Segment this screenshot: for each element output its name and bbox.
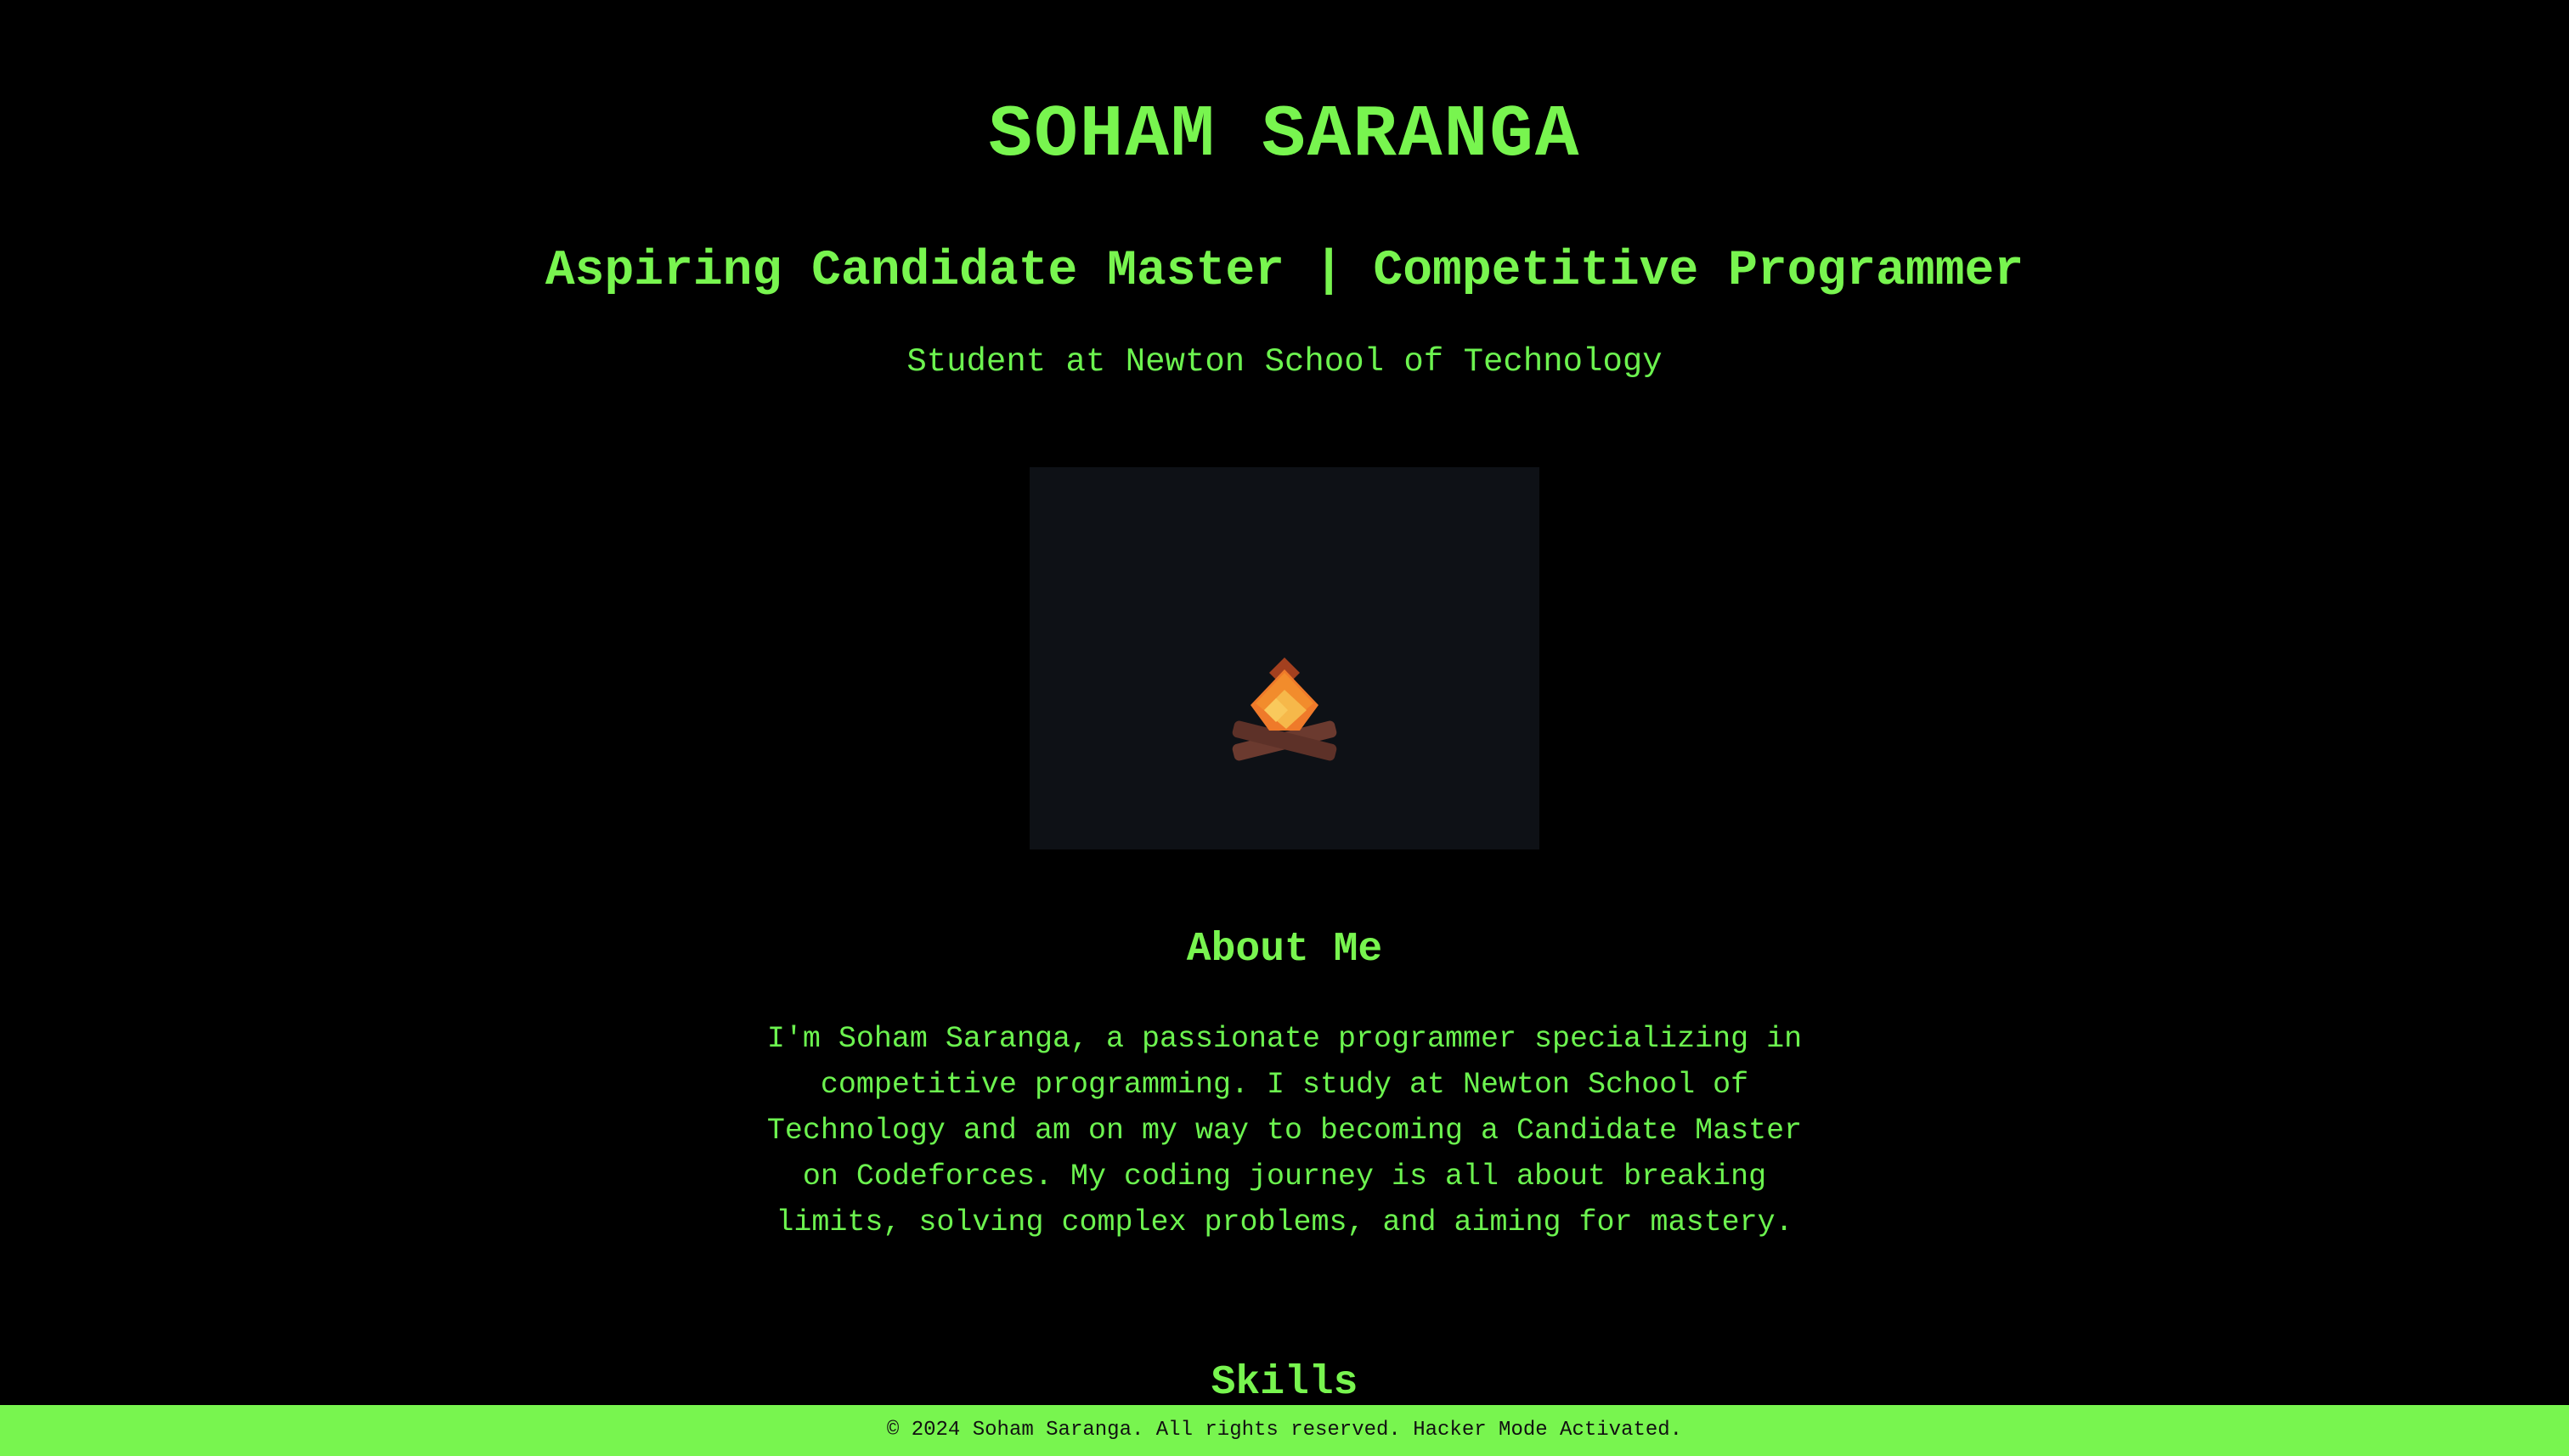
tagline: Aspiring Candidate Master | Competitive … [545, 244, 2024, 299]
skills-heading: Skills [1211, 1360, 1358, 1406]
campfire-icon [1232, 657, 1337, 761]
page-title: SOHAM SARANGA [988, 93, 1581, 177]
subtitle: Student at Newton School of Technology [906, 343, 1663, 381]
footer-text: © 2024 Soham Saranga. All rights reserve… [886, 1419, 1683, 1442]
footer: © 2024 Soham Saranga. All rights reserve… [0, 1405, 2569, 1456]
portfolio-page: SOHAM SARANGA Aspiring Candidate Master … [0, 0, 2569, 1456]
campfire-image [1030, 467, 1539, 849]
about-text: I'm Soham Saranga, a passionate programm… [766, 1022, 1803, 1239]
about-heading: About Me [1186, 927, 1383, 973]
